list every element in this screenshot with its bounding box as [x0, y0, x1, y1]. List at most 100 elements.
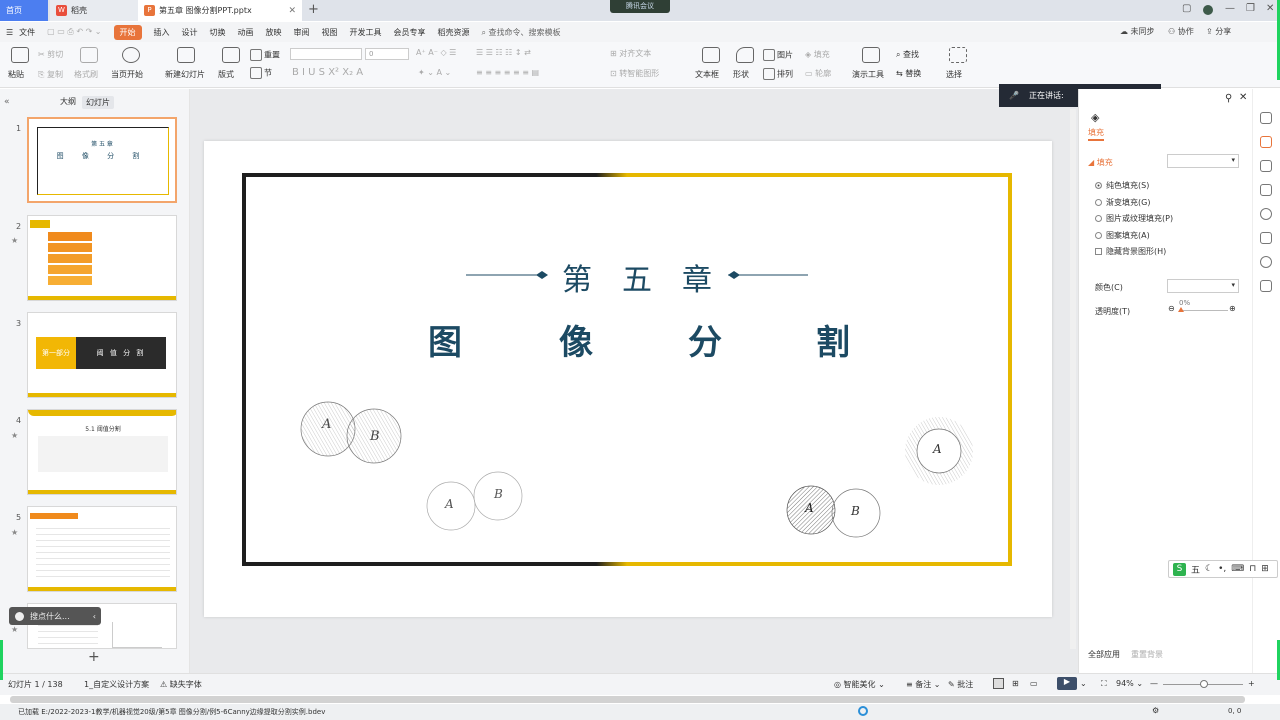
new-slide-button[interactable]: 新建幻灯片 [165, 69, 205, 80]
smart-shape-button[interactable]: ⊡ 转智能图形 [610, 68, 659, 79]
fill-button[interactable]: ◈ 填充 [805, 49, 830, 60]
title-char-2[interactable]: 像 [559, 315, 593, 364]
menu-design[interactable]: 设计 [182, 27, 198, 38]
new-slide-icon[interactable] [177, 47, 195, 63]
avatar[interactable] [1203, 5, 1213, 15]
alignment-buttons[interactable]: ≡ ≡ ≡ ≡ ≡ ≡ ▤ [476, 68, 539, 77]
animation-icon[interactable] [1260, 160, 1272, 172]
format-painter-icon[interactable] [80, 47, 98, 63]
font-grow-shrink-buttons[interactable]: A⁺ A⁻ ◇ ☰ [416, 48, 456, 57]
window-layout-icon[interactable]: ▢ [1182, 3, 1191, 14]
fill-section-header[interactable]: ◢ 填充 [1088, 157, 1113, 168]
tab-slides[interactable]: 幻灯片 [82, 96, 114, 109]
transition-icon[interactable] [1260, 184, 1272, 196]
chapter-heading[interactable]: 第 五 章 [546, 255, 728, 299]
cut-button[interactable]: ✂ 剪切 [38, 49, 63, 60]
font-style-buttons[interactable]: B I U S X² X₂ A [292, 67, 363, 78]
close-window-icon[interactable]: ✕ [1266, 3, 1274, 14]
select-button[interactable]: 选择 [946, 69, 962, 80]
normal-view-icon[interactable] [993, 678, 1004, 689]
menu-animation[interactable]: 动画 [238, 27, 254, 38]
thumbnail-slide-1[interactable]: 第 五 章 图 像 分 割 [27, 117, 177, 203]
apply-all-button[interactable]: 全部应用 [1088, 649, 1120, 660]
settings-icon[interactable] [1260, 136, 1272, 148]
text-effects-buttons[interactable]: ✦ ⌄ A ⌄ [418, 68, 451, 77]
title-char-4[interactable]: 割 [816, 315, 850, 364]
slideshow-options-icon[interactable]: ⌄ [1080, 679, 1087, 688]
increase-transparency-icon[interactable]: ⊕ [1229, 304, 1236, 313]
current-slide[interactable]: 第 五 章 图 像 分 割 A B A B A B A [204, 141, 1052, 617]
comments-button[interactable]: ✎ 批注 [948, 679, 973, 690]
minimize-icon[interactable]: — [1225, 3, 1235, 14]
solid-fill-option[interactable]: 纯色填充(S) [1095, 180, 1149, 191]
play-icon[interactable] [122, 47, 140, 63]
show-tools-icon[interactable] [862, 47, 880, 63]
textbox-icon[interactable] [702, 47, 720, 63]
location-icon[interactable] [1260, 256, 1272, 268]
zoom-level[interactable]: 94% ⌄ [1116, 679, 1143, 688]
hide-background-option[interactable]: 隐藏背景图形(H) [1095, 246, 1166, 257]
picture-fill-option[interactable]: 图片或纹理填充(P) [1095, 213, 1173, 224]
tab-outline[interactable]: 大纲 [60, 96, 76, 109]
add-tab-icon[interactable]: + [308, 2, 319, 17]
slide-sorter-icon[interactable]: ⊞ [1012, 679, 1019, 688]
menu-review[interactable]: 审阅 [294, 27, 310, 38]
menu-slideshow[interactable]: 放映 [266, 27, 282, 38]
picture-button[interactable]: 图片 [763, 49, 793, 61]
copy-button[interactable]: ⎘ 复制 [38, 69, 63, 80]
help-icon[interactable] [1260, 208, 1272, 220]
menu-transition[interactable]: 切换 [210, 27, 226, 38]
font-size-select[interactable]: 0 [365, 48, 409, 60]
close-tab-icon[interactable]: ✕ [288, 6, 296, 16]
transparency-slider-track[interactable] [1180, 310, 1228, 311]
decrease-transparency-icon[interactable]: ⊖ [1168, 304, 1175, 313]
menu-member[interactable]: 会员专享 [394, 27, 426, 38]
close-pane-icon[interactable]: ✕ [1239, 92, 1247, 103]
vertical-scrollbar[interactable] [1070, 109, 1076, 649]
slideshow-play-icon[interactable]: ▶ [1057, 677, 1077, 690]
reset-button[interactable]: 重置 [250, 49, 280, 61]
collaborate-button[interactable]: ⚇ 协作 [1168, 26, 1194, 37]
table-icon[interactable] [1260, 232, 1272, 244]
share-button[interactable]: ⇪ 分享 [1206, 26, 1231, 37]
play-from-current-button[interactable]: 当页开始 [111, 69, 143, 80]
thumbnail-slide-4[interactable]: 5.1 阈值分割 [27, 409, 177, 495]
more-icon[interactable] [1260, 280, 1272, 292]
settings-gear-icon[interactable]: ⚙ [1152, 706, 1159, 715]
restore-icon[interactable]: ❐ [1246, 3, 1255, 14]
horizontal-scrollbar[interactable] [0, 695, 1280, 704]
reading-view-icon[interactable]: ▭ [1030, 679, 1038, 688]
quick-access-icons[interactable]: ▢ ▭ ⎙ ↶ ↷ ⌄ [47, 27, 101, 37]
unsynced-button[interactable]: ☁ 未同步 [1120, 26, 1155, 37]
format-painter-button[interactable]: 格式刷 [74, 69, 98, 80]
arrange-button[interactable]: 排列 [763, 68, 793, 80]
paragraph-buttons[interactable]: ☰ ☰ ☷ ☷ ↕ ⇄ [476, 48, 531, 57]
pin-icon[interactable]: ⚲ [1225, 93, 1232, 104]
thumbnail-slide-2[interactable] [27, 215, 177, 301]
reset-background-button[interactable]: 重置背景 [1131, 649, 1163, 660]
fill-tab[interactable]: 填充 [1088, 127, 1104, 138]
smart-beautify-button[interactable]: ◎ 智能美化 ⌄ [834, 679, 885, 690]
scrollbar-thumb[interactable] [10, 696, 1245, 703]
slide-editing-canvas[interactable]: 第 五 章 图 像 分 割 A B A B A B A [190, 89, 1078, 673]
pattern-fill-option[interactable]: 图案填充(A) [1095, 230, 1150, 241]
shape-icon[interactable] [736, 47, 754, 63]
notes-button[interactable]: ≡ 备注 ⌄ [906, 679, 941, 690]
menu-home[interactable]: 开始 [113, 24, 142, 40]
collapse-pane-icon[interactable]: « [4, 97, 10, 107]
tab-daoke[interactable]: W 稻壳 [50, 0, 138, 21]
title-char-1[interactable]: 图 [428, 315, 462, 364]
select-icon[interactable] [949, 47, 967, 63]
add-slide-icon[interactable]: + [88, 649, 100, 665]
paste-icon[interactable] [11, 47, 29, 63]
gradient-fill-option[interactable]: 渐变填充(G) [1095, 197, 1150, 208]
properties-icon[interactable] [1260, 112, 1272, 124]
search-tooltip[interactable]: 搜点什么... ‹ [9, 607, 101, 625]
layout-icon[interactable] [222, 47, 240, 63]
section-button[interactable]: 节 [250, 67, 272, 79]
menu-daoke-resources[interactable]: 稻壳资源 [438, 27, 470, 38]
zoom-slider-handle[interactable] [1200, 680, 1208, 688]
hamburger-icon[interactable]: ☰ [6, 28, 13, 37]
command-search[interactable]: ⌕ 查找命令、搜索模板 [482, 27, 561, 38]
meeting-indicator[interactable]: 腾讯会议 [610, 0, 670, 13]
